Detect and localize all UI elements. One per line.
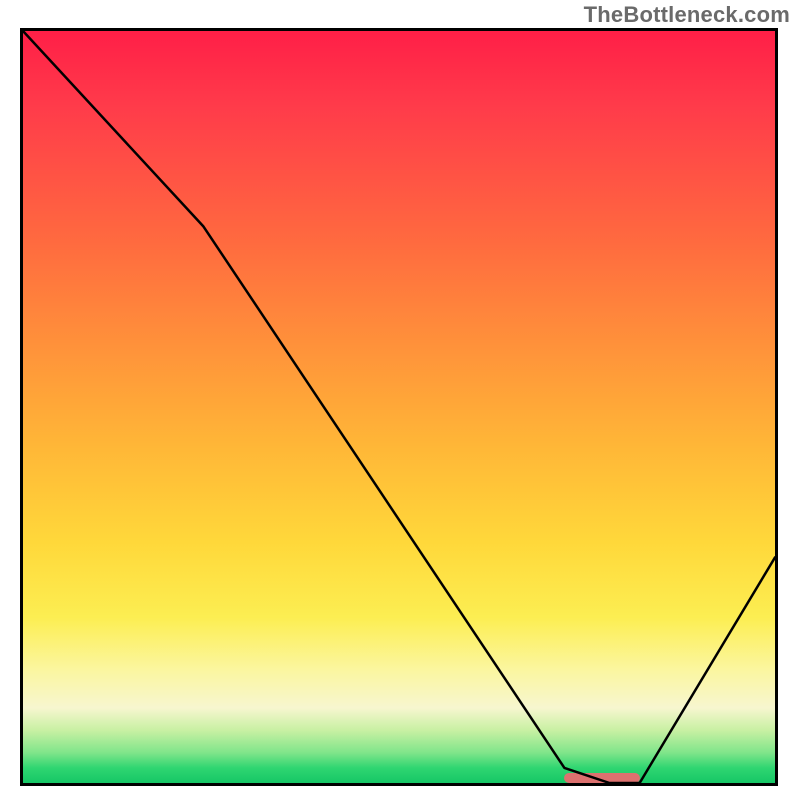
curve-path xyxy=(23,31,775,783)
chart-container: TheBottleneck.com xyxy=(0,0,800,800)
attribution-text: TheBottleneck.com xyxy=(584,2,790,28)
plot-area xyxy=(20,28,778,786)
bottleneck-curve xyxy=(23,31,775,783)
